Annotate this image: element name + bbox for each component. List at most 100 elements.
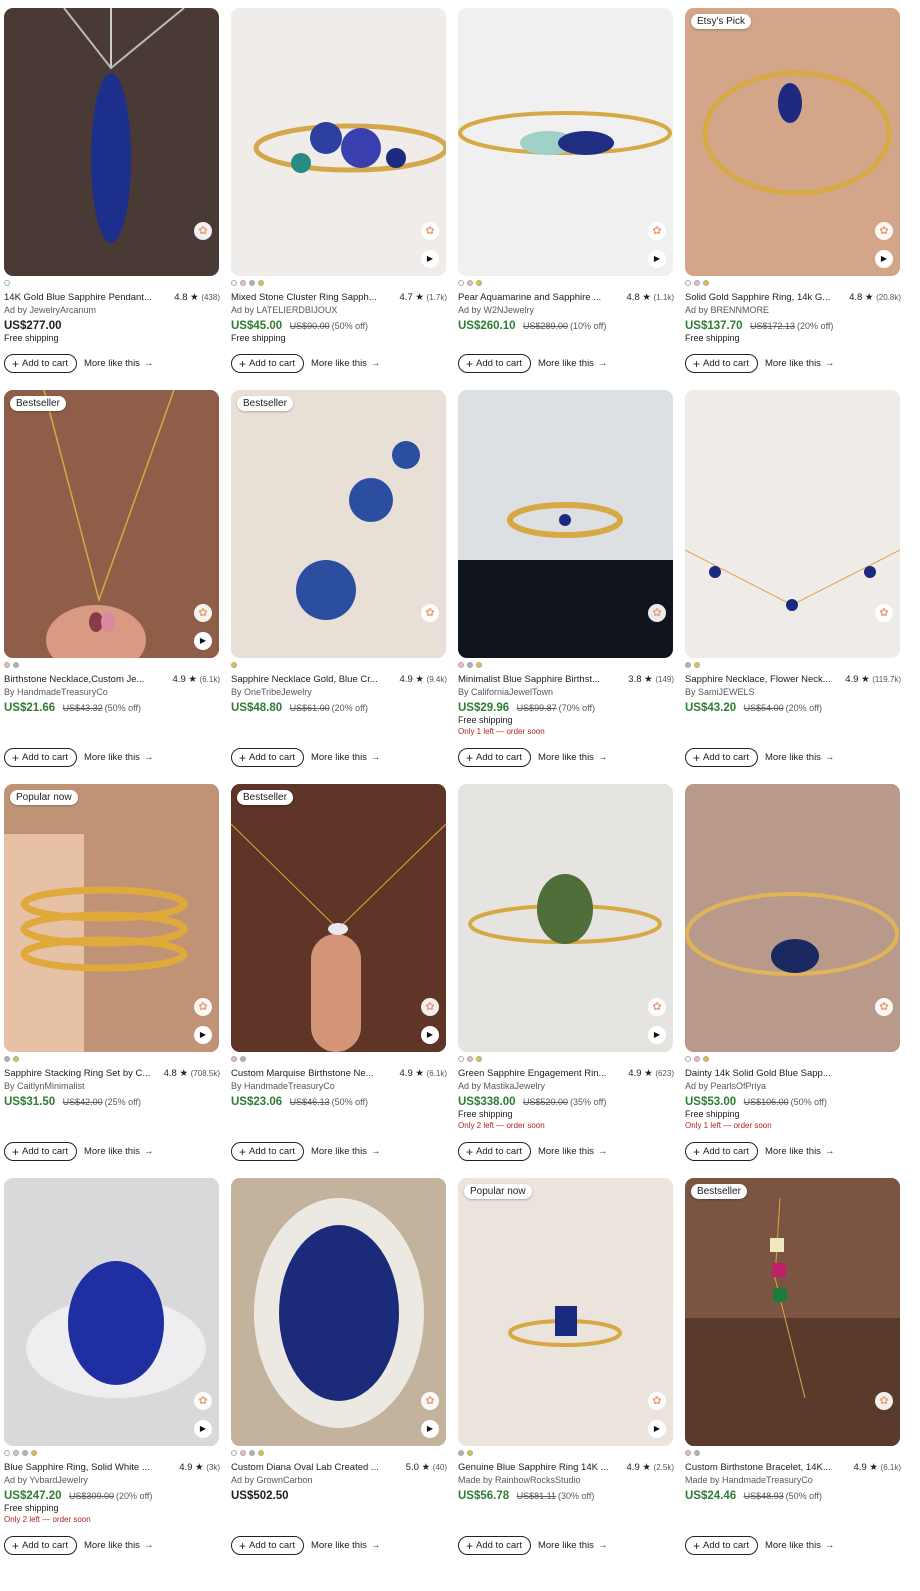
- etsy-pick-favorite-icon[interactable]: ✿: [648, 604, 666, 622]
- play-video-icon[interactable]: ▶: [421, 1026, 439, 1044]
- listing-card[interactable]: ✿ ▶ Blue Sapphire Ring, Solid White ... …: [4, 1178, 220, 1555]
- listing-title[interactable]: Genuine Blue Sapphire Ring 14K ...: [458, 1462, 609, 1473]
- more-like-this-link[interactable]: More like this →: [538, 1540, 607, 1551]
- shop-name[interactable]: By HandmadeTreasuryCo: [231, 1080, 447, 1092]
- more-like-this-link[interactable]: More like this →: [84, 752, 153, 763]
- more-like-this-link[interactable]: More like this →: [765, 1146, 834, 1157]
- listing-image[interactable]: ✿: [4, 8, 219, 276]
- add-to-cart-button[interactable]: + Add to cart: [4, 1142, 77, 1161]
- add-to-cart-button[interactable]: + Add to cart: [685, 1142, 758, 1161]
- etsy-pick-favorite-icon[interactable]: ✿: [875, 222, 893, 240]
- etsy-pick-favorite-icon[interactable]: ✿: [648, 222, 666, 240]
- listing-title[interactable]: Pear Aquamarine and Sapphire ...: [458, 292, 601, 303]
- listing-image[interactable]: ✿ ▶: [231, 8, 446, 276]
- listing-card[interactable]: Popular now ✿ ▶ Genuine Blue Sapphire Ri…: [458, 1178, 674, 1555]
- add-to-cart-button[interactable]: + Add to cart: [4, 354, 77, 373]
- add-to-cart-button[interactable]: + Add to cart: [458, 1536, 531, 1555]
- shop-name[interactable]: Ad by GrownCarbon: [231, 1474, 447, 1486]
- listing-card[interactable]: ✿ ▶ Pear Aquamarine and Sapphire ... 4.8…: [458, 8, 674, 373]
- listing-image[interactable]: Popular now ✿ ▶: [458, 1178, 673, 1446]
- shop-name[interactable]: By CaitlynMinimalist: [4, 1080, 220, 1092]
- listing-image[interactable]: Bestseller ✿ ▶: [231, 784, 446, 1052]
- play-video-icon[interactable]: ▶: [194, 1026, 212, 1044]
- listing-image[interactable]: Popular now ✿ ▶: [4, 784, 219, 1052]
- add-to-cart-button[interactable]: + Add to cart: [458, 354, 531, 373]
- more-like-this-link[interactable]: More like this →: [765, 752, 834, 763]
- more-like-this-link[interactable]: More like this →: [538, 358, 607, 369]
- listing-card[interactable]: Bestseller ✿ ▶ Custom Marquise Birthston…: [231, 784, 447, 1161]
- add-to-cart-button[interactable]: + Add to cart: [685, 1536, 758, 1555]
- listing-image[interactable]: Etsy's Pick ✿ ▶: [685, 8, 900, 276]
- shop-name[interactable]: Ad by YvbardJewelry: [4, 1474, 220, 1486]
- add-to-cart-button[interactable]: + Add to cart: [458, 1142, 531, 1161]
- etsy-pick-favorite-icon[interactable]: ✿: [648, 1392, 666, 1410]
- shop-name[interactable]: Ad by W2NJewelry: [458, 304, 674, 316]
- shop-name[interactable]: Made by RainbowRocksStudio: [458, 1474, 674, 1486]
- shop-name[interactable]: Ad by BRENNMORE: [685, 304, 901, 316]
- play-video-icon[interactable]: ▶: [875, 250, 893, 268]
- listing-image[interactable]: Bestseller ✿: [685, 1178, 900, 1446]
- listing-card[interactable]: ✿ Dainty 14k Solid Gold Blue Sapp... Ad …: [685, 784, 901, 1161]
- shop-name[interactable]: By CaliforniaJewelTown: [458, 686, 674, 698]
- shop-name[interactable]: By HandmadeTreasuryCo: [4, 686, 220, 698]
- listing-card[interactable]: Bestseller ✿ Custom Birthstone Bracelet,…: [685, 1178, 901, 1555]
- shop-name[interactable]: Made by HandmadeTreasuryCo: [685, 1474, 901, 1486]
- more-like-this-link[interactable]: More like this →: [538, 752, 607, 763]
- etsy-pick-favorite-icon[interactable]: ✿: [194, 222, 212, 240]
- listing-image[interactable]: ✿: [685, 784, 900, 1052]
- add-to-cart-button[interactable]: + Add to cart: [231, 1536, 304, 1555]
- listing-image[interactable]: ✿: [458, 390, 673, 658]
- etsy-pick-favorite-icon[interactable]: ✿: [875, 1392, 893, 1410]
- more-like-this-link[interactable]: More like this →: [84, 1146, 153, 1157]
- listing-image[interactable]: ✿ ▶: [231, 1178, 446, 1446]
- listing-image[interactable]: ✿: [685, 390, 900, 658]
- add-to-cart-button[interactable]: + Add to cart: [4, 1536, 77, 1555]
- listing-title[interactable]: Custom Diana Oval Lab Created ...: [231, 1462, 379, 1473]
- listing-image[interactable]: Bestseller ✿ ▶: [4, 390, 219, 658]
- listing-card[interactable]: Bestseller ✿ Sapphire Necklace Gold, Blu…: [231, 390, 447, 767]
- play-video-icon[interactable]: ▶: [194, 632, 212, 650]
- shop-name[interactable]: Ad by MastikaJewelry: [458, 1080, 674, 1092]
- more-like-this-link[interactable]: More like this →: [311, 752, 380, 763]
- listing-image[interactable]: ✿ ▶: [4, 1178, 219, 1446]
- listing-card[interactable]: Popular now ✿ ▶ Sapphire Stacking Ring S…: [4, 784, 220, 1161]
- add-to-cart-button[interactable]: + Add to cart: [685, 354, 758, 373]
- more-like-this-link[interactable]: More like this →: [84, 358, 153, 369]
- listing-image[interactable]: ✿ ▶: [458, 784, 673, 1052]
- more-like-this-link[interactable]: More like this →: [84, 1540, 153, 1551]
- listing-card[interactable]: ✿ ▶ Green Sapphire Engagement Rin... 4.9…: [458, 784, 674, 1161]
- etsy-pick-favorite-icon[interactable]: ✿: [421, 998, 439, 1016]
- more-like-this-link[interactable]: More like this →: [311, 1540, 380, 1551]
- etsy-pick-favorite-icon[interactable]: ✿: [421, 222, 439, 240]
- add-to-cart-button[interactable]: + Add to cart: [685, 748, 758, 767]
- more-like-this-link[interactable]: More like this →: [311, 1146, 380, 1157]
- more-like-this-link[interactable]: More like this →: [765, 1540, 834, 1551]
- play-video-icon[interactable]: ▶: [648, 250, 666, 268]
- etsy-pick-favorite-icon[interactable]: ✿: [194, 604, 212, 622]
- listing-title[interactable]: Dainty 14k Solid Gold Blue Sapp...: [685, 1068, 831, 1079]
- listing-image[interactable]: ✿ ▶: [458, 8, 673, 276]
- listing-card[interactable]: ✿ 14K Gold Blue Sapphire Pendant... 4.8 …: [4, 8, 220, 373]
- play-video-icon[interactable]: ▶: [194, 1420, 212, 1438]
- add-to-cart-button[interactable]: + Add to cart: [231, 748, 304, 767]
- listing-card[interactable]: Etsy's Pick ✿ ▶ Solid Gold Sapphire Ring…: [685, 8, 901, 373]
- listing-title[interactable]: Blue Sapphire Ring, Solid White ...: [4, 1462, 150, 1473]
- play-video-icon[interactable]: ▶: [421, 1420, 439, 1438]
- listing-card[interactable]: ✿ Minimalist Blue Sapphire Birthst... 3.…: [458, 390, 674, 767]
- listing-title[interactable]: 14K Gold Blue Sapphire Pendant...: [4, 292, 152, 303]
- shop-name[interactable]: By OneTribeJewelry: [231, 686, 447, 698]
- listing-title[interactable]: Sapphire Stacking Ring Set by C...: [4, 1068, 150, 1079]
- etsy-pick-favorite-icon[interactable]: ✿: [875, 604, 893, 622]
- listing-title[interactable]: Custom Birthstone Bracelet, 14K...: [685, 1462, 831, 1473]
- etsy-pick-favorite-icon[interactable]: ✿: [194, 998, 212, 1016]
- etsy-pick-favorite-icon[interactable]: ✿: [648, 998, 666, 1016]
- listing-card[interactable]: ✿ ▶ Mixed Stone Cluster Ring Sapph... 4.…: [231, 8, 447, 373]
- add-to-cart-button[interactable]: + Add to cart: [231, 1142, 304, 1161]
- etsy-pick-favorite-icon[interactable]: ✿: [421, 1392, 439, 1410]
- more-like-this-link[interactable]: More like this →: [538, 1146, 607, 1157]
- etsy-pick-favorite-icon[interactable]: ✿: [875, 998, 893, 1016]
- listing-title[interactable]: Birthstone Necklace,Custom Je...: [4, 674, 144, 685]
- more-like-this-link[interactable]: More like this →: [311, 358, 380, 369]
- more-like-this-link[interactable]: More like this →: [765, 358, 834, 369]
- add-to-cart-button[interactable]: + Add to cart: [4, 748, 77, 767]
